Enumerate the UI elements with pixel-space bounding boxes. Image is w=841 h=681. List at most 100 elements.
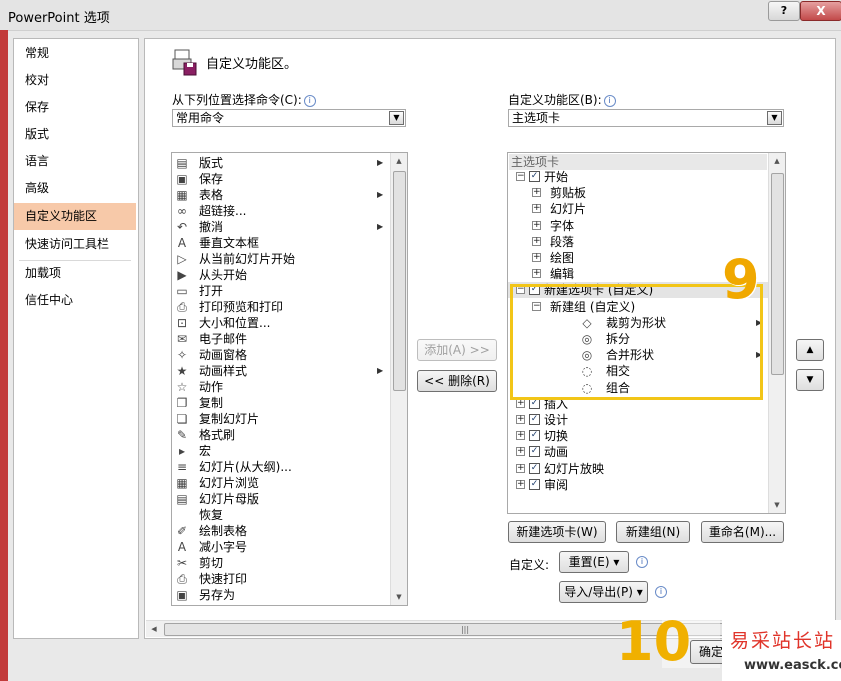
command-list-item[interactable]: 恢复	[172, 507, 387, 523]
scroll-up-icon[interactable]: ▲	[769, 153, 785, 169]
command-list-item[interactable]: ▣ 保存	[172, 171, 387, 187]
move-up-button[interactable]: ▲	[796, 339, 824, 361]
command-label: 动画窗格	[199, 348, 248, 362]
expand-icon[interactable]: +	[516, 431, 525, 441]
tree-group-item[interactable]: + 字体	[508, 218, 768, 234]
command-label: 从头开始	[199, 268, 248, 282]
scroll-down-icon[interactable]: ▼	[391, 589, 407, 605]
collapse-icon[interactable]: −	[516, 172, 525, 181]
expand-icon[interactable]: +	[532, 204, 541, 214]
expand-icon[interactable]: +	[532, 269, 541, 279]
tree-item-label: 剪贴板	[550, 186, 587, 201]
scroll-thumb[interactable]	[771, 173, 784, 375]
tree-group-item[interactable]: + 剪贴板	[508, 185, 768, 201]
nav-item-customize-ribbon[interactable]: 自定义功能区	[14, 203, 136, 230]
help-button[interactable]: ?	[768, 1, 800, 21]
commands-scrollbar[interactable]: ▲ ▼	[390, 153, 407, 605]
command-list-item[interactable]: ▤ 幻灯片母版	[172, 491, 387, 507]
command-list-item[interactable]: ↶ 撤消 ▶	[172, 219, 387, 235]
command-list-item[interactable]: ★ 动画样式 ▶	[172, 363, 387, 379]
remove-button[interactable]: << 删除(R)	[417, 370, 497, 392]
command-list-item[interactable]: ✧ 动画窗格	[172, 347, 387, 363]
add-button[interactable]: 添加(A) >>	[417, 339, 497, 361]
command-label: 格式刷	[199, 428, 236, 442]
tree-tab-item[interactable]: + ✓ 动画	[508, 444, 768, 460]
command-list-item[interactable]: ✉ 电子邮件	[172, 331, 387, 347]
chevron-down-icon[interactable]: ▼	[389, 111, 404, 125]
expand-icon[interactable]: +	[516, 463, 525, 473]
tree-tab-item[interactable]: + ✓ 切换	[508, 428, 768, 444]
nav-item-trust-center[interactable]: 信任中心	[14, 287, 136, 314]
nav-item-general[interactable]: 常规	[14, 40, 136, 67]
email-icon: ✉	[176, 332, 188, 346]
command-list-item[interactable]: ✐ 绘制表格	[172, 523, 387, 539]
step-9-annotation: 9	[722, 248, 760, 311]
command-list-item[interactable]: ❏ 复制幻灯片	[172, 411, 387, 427]
tree-tab-item[interactable]: + ✓ 设计	[508, 412, 768, 428]
scroll-thumb[interactable]	[393, 171, 406, 391]
expand-icon[interactable]: +	[532, 253, 541, 262]
expand-icon[interactable]: +	[532, 220, 541, 230]
scroll-left-icon[interactable]: ◀	[146, 621, 162, 637]
command-list-item[interactable]: ∞ 超链接...	[172, 203, 387, 219]
command-list-item[interactable]: ▣ 另存为	[172, 587, 387, 603]
tree-tab-item[interactable]: − ✓ 开始	[508, 169, 768, 185]
command-list-item[interactable]: ▤ 版式 ▶	[172, 155, 387, 171]
command-list-item[interactable]: A 垂直文本框	[172, 235, 387, 251]
command-list-item[interactable]: ⎙ 打印预览和打印	[172, 299, 387, 315]
new-group-button[interactable]: 新建组(N)	[616, 521, 690, 543]
command-list-item[interactable]: ≡ 幻灯片(从大纲)...	[172, 459, 387, 475]
command-list-item[interactable]: ✂ 剪切	[172, 555, 387, 571]
ok-button[interactable]: 确定	[690, 640, 726, 664]
expand-icon[interactable]: +	[516, 415, 525, 424]
tree-tab-item[interactable]: + ✓ 幻灯片放映	[508, 461, 768, 477]
command-list-item[interactable]: ☆ 动作	[172, 379, 387, 395]
move-down-button[interactable]: ▼	[796, 369, 824, 391]
nav-item-advanced[interactable]: 高级	[14, 175, 136, 202]
nav-item-language[interactable]: 语言	[14, 148, 136, 175]
command-list-item[interactable]: ▶ 从头开始	[172, 267, 387, 283]
tab-checkbox[interactable]: ✓	[529, 446, 540, 458]
expand-icon[interactable]: +	[532, 236, 541, 246]
command-label: 保存	[199, 172, 224, 186]
nav-item-add-ins[interactable]: 加载项	[14, 260, 136, 287]
command-list-item[interactable]: ⎙ 快速打印	[172, 571, 387, 587]
command-list-item[interactable]: ▭ 打开	[172, 283, 387, 299]
command-list-item[interactable]: ▷ 从当前幻灯片开始	[172, 251, 387, 267]
expand-icon[interactable]: +	[516, 447, 525, 457]
expand-icon[interactable]: +	[516, 398, 525, 408]
tab-checkbox[interactable]: ✓	[529, 478, 540, 490]
choose-commands-select[interactable]: 常用命令 ▼	[172, 109, 406, 127]
nav-item-layout[interactable]: 版式	[14, 121, 136, 148]
command-list-item[interactable]: ▦ 表格 ▶	[172, 187, 387, 203]
command-list-item[interactable]: ▸ 宏	[172, 443, 387, 459]
command-list-item[interactable]: ⊡ 大小和位置...	[172, 315, 387, 331]
nav-item-proofing[interactable]: 校对	[14, 67, 136, 94]
chevron-down-icon[interactable]: ▼	[767, 111, 782, 125]
tab-checkbox[interactable]: ✓	[529, 414, 540, 425]
tree-group-item[interactable]: + 幻灯片	[508, 201, 768, 217]
tab-checkbox[interactable]: ✓	[529, 462, 540, 474]
customize-ribbon-select[interactable]: 主选项卡 ▼	[508, 109, 784, 127]
decrease-font-icon: A	[177, 540, 187, 554]
tab-checkbox[interactable]: ✓	[529, 171, 540, 182]
command-list-item[interactable]: A 减小字号	[172, 539, 387, 555]
scroll-down-icon[interactable]: ▼	[769, 497, 785, 513]
rename-button[interactable]: 重命名(M)...	[701, 521, 784, 543]
close-button[interactable]: X	[800, 1, 841, 21]
command-list-item[interactable]: ▦ 幻灯片浏览	[172, 475, 387, 491]
command-list-item[interactable]: ❐ 复制	[172, 395, 387, 411]
nav-item-quick-access-toolbar[interactable]: 快速访问工具栏	[14, 231, 136, 258]
expand-icon[interactable]: +	[516, 479, 525, 489]
tab-checkbox[interactable]: ✓	[529, 430, 540, 442]
tree-scrollbar[interactable]: ▲ ▼	[768, 153, 785, 513]
new-tab-button[interactable]: 新建选项卡(W)	[508, 521, 606, 543]
import-export-button[interactable]: 导入/导出(P) ▾	[559, 581, 648, 603]
tree-tab-item[interactable]: + ✓ 审阅	[508, 477, 768, 493]
command-list-item[interactable]: ✎ 格式刷	[172, 427, 387, 443]
reset-button[interactable]: 重置(E) ▾	[559, 551, 629, 573]
expand-icon[interactable]: +	[532, 188, 541, 198]
scroll-up-icon[interactable]: ▲	[391, 153, 407, 169]
nav-item-save[interactable]: 保存	[14, 94, 136, 121]
commands-list[interactable]: ▤ 版式 ▶ ▣ 保存 ▦ 表格 ▶ ∞ 超链接... ↶ 撤消 ▶ A 垂直文本框 ▷ 从当前幻灯片开始 ▶ 从头…	[171, 152, 408, 606]
